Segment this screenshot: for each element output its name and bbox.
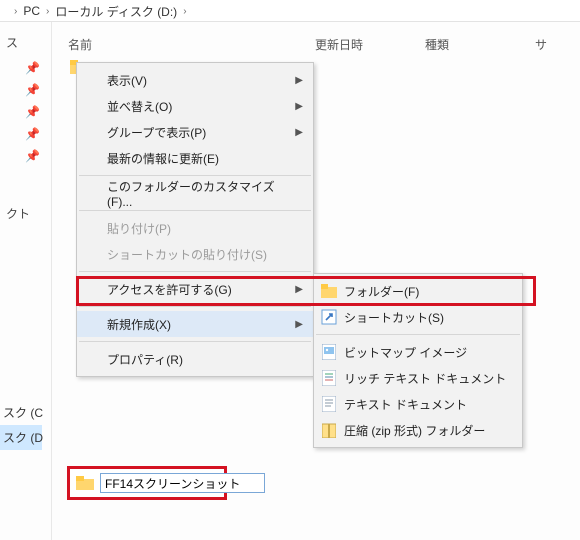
section-label: クト bbox=[0, 193, 52, 228]
pin-icon: 📌 bbox=[0, 145, 52, 167]
submenu-new: フォルダー(F) ショートカット(S) ビットマップ イメージ リッチ テキスト… bbox=[313, 273, 523, 448]
rtf-icon bbox=[321, 370, 337, 386]
submenu-shortcut[interactable]: ショートカット(S) bbox=[314, 304, 522, 330]
crumb-pc[interactable]: PC bbox=[23, 4, 40, 18]
menu-view[interactable]: 表示(V)▶ bbox=[77, 67, 313, 93]
col-date[interactable]: 更新日時 bbox=[315, 36, 425, 53]
menu-new[interactable]: 新規作成(X)▶ bbox=[77, 311, 313, 337]
col-name[interactable]: 名前 bbox=[60, 36, 315, 53]
drive-d-label[interactable]: スク (D bbox=[0, 425, 42, 450]
chevron-right-icon: ▶ bbox=[295, 101, 303, 112]
zip-icon bbox=[321, 422, 337, 438]
submenu-txt[interactable]: テキスト ドキュメント bbox=[314, 391, 522, 417]
pin-icon: 📌 bbox=[0, 123, 52, 145]
drive-c-label[interactable]: スク (C bbox=[0, 400, 42, 425]
chevron-right-icon: › bbox=[14, 6, 17, 17]
chevron-right-icon: ▶ bbox=[295, 75, 303, 86]
newfolder-name-input[interactable] bbox=[100, 473, 265, 493]
menu-paste: 貼り付け(P) bbox=[77, 215, 313, 241]
chevron-right-icon: ▶ bbox=[295, 319, 303, 330]
column-headers: 名前 更新日時 種類 サ bbox=[60, 34, 580, 54]
menu-refresh[interactable]: 最新の情報に更新(E) bbox=[77, 145, 313, 171]
annotation-highlight-newfolder bbox=[67, 466, 227, 500]
submenu-bmp[interactable]: ビットマップ イメージ bbox=[314, 339, 522, 365]
submenu-zip[interactable]: 圧縮 (zip 形式) フォルダー bbox=[314, 417, 522, 443]
menu-customize[interactable]: このフォルダーのカスタマイズ(F)... bbox=[77, 180, 313, 206]
col-type[interactable]: 種類 bbox=[425, 36, 535, 53]
pin-icon: 📌 bbox=[0, 79, 52, 101]
chevron-right-icon: › bbox=[46, 6, 49, 17]
menu-sort[interactable]: 並べ替え(O)▶ bbox=[77, 93, 313, 119]
submenu-rtf[interactable]: リッチ テキスト ドキュメント bbox=[314, 365, 522, 391]
nav-pane: ス 📌 📌 📌 📌 📌 クト スク (C スク (D bbox=[0, 22, 52, 540]
quickaccess-label: ス bbox=[0, 22, 52, 57]
menu-properties[interactable]: プロパティ(R) bbox=[77, 346, 313, 372]
chevron-right-icon: ▶ bbox=[295, 127, 303, 138]
submenu-folder[interactable]: フォルダー(F) bbox=[314, 278, 522, 304]
addressbar[interactable]: › PC › ローカル ディスク (D:) › bbox=[0, 0, 580, 22]
menu-paste-shortcut: ショートカットの貼り付け(S) bbox=[77, 241, 313, 267]
chevron-right-icon: ▶ bbox=[295, 284, 303, 295]
chevron-right-icon: › bbox=[183, 6, 186, 17]
folder-icon bbox=[321, 283, 337, 299]
col-size[interactable]: サ bbox=[535, 36, 547, 53]
pin-icon: 📌 bbox=[0, 57, 52, 79]
bitmap-icon bbox=[321, 344, 337, 360]
text-icon bbox=[321, 396, 337, 412]
shortcut-icon bbox=[321, 309, 337, 325]
menu-give-access[interactable]: アクセスを許可する(G)▶ bbox=[77, 276, 313, 302]
menu-group[interactable]: グループで表示(P)▶ bbox=[77, 119, 313, 145]
folder-icon bbox=[76, 476, 94, 490]
pin-icon: 📌 bbox=[0, 101, 52, 123]
crumb-drive[interactable]: ローカル ディスク (D:) bbox=[55, 3, 177, 20]
context-menu: 表示(V)▶ 並べ替え(O)▶ グループで表示(P)▶ 最新の情報に更新(E) … bbox=[76, 62, 314, 377]
